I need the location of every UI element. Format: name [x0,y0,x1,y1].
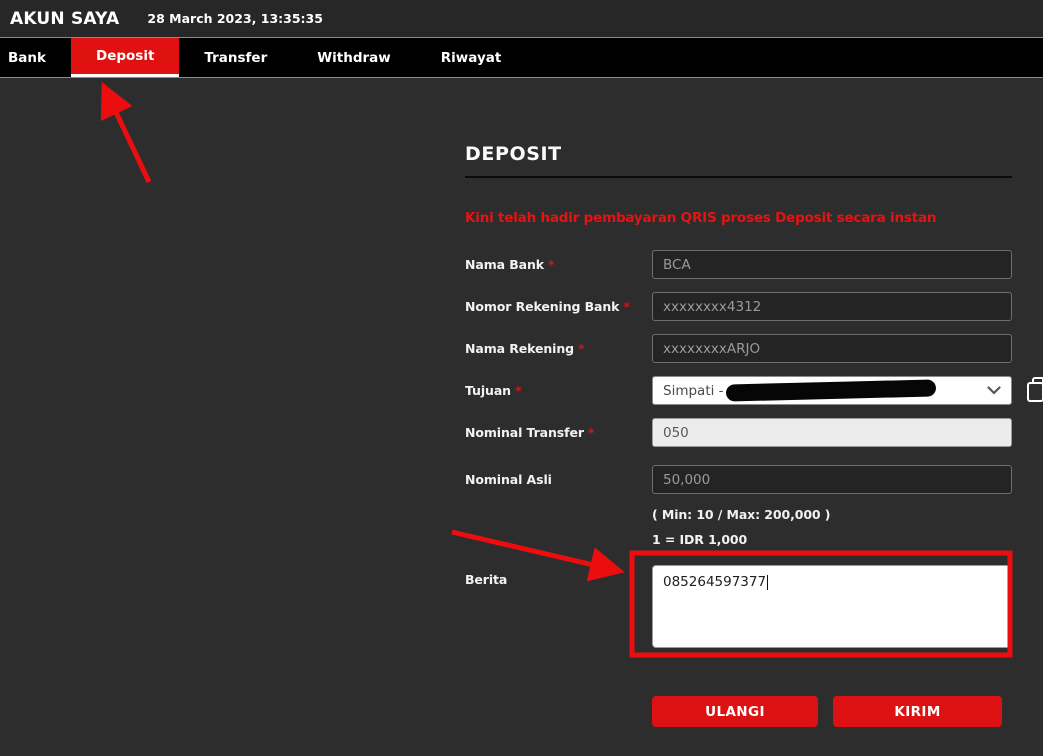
nominal-transfer-input[interactable] [652,418,1012,447]
nominal-transfer-label: Nominal Transfer* [465,418,652,440]
page-title: DEPOSIT [465,130,1012,165]
datetime-display: 28 March 2023, 13:35:35 [147,11,323,26]
nav-tab-withdraw[interactable]: Withdraw [292,38,416,77]
nama-bank-input[interactable] [652,250,1012,279]
app-title: AKUN SAYA [10,9,119,29]
title-divider [465,176,1012,178]
promo-message: Kini telah hadir pembayaran QRIS proses … [465,210,1012,226]
form-actions: ULANGI KIRIM [652,696,1012,727]
min-max-hint: ( Min: 10 / Max: 200,000 ) [652,507,1012,522]
text-cursor [767,575,768,590]
tujuan-select[interactable]: Simpati - [652,376,1012,405]
nav-tab-bank[interactable]: Bank [0,38,71,77]
chevron-down-icon [987,386,1001,395]
annotation-arrow-deposit-tab [106,91,149,182]
field-row-nama-rekening: Nama Rekening* [465,334,1012,363]
tujuan-selected-value: Simpati - [663,383,724,399]
nama-bank-label: Nama Bank* [465,250,652,272]
field-row-nomor-rekening: Nomor Rekening Bank* [465,292,1012,321]
nav-tab-transfer[interactable]: Transfer [179,38,292,77]
kirim-button[interactable]: KIRIM [833,696,1002,727]
deposit-form: DEPOSIT Kini telah hadir pembayaran QRIS… [465,130,1012,727]
nav-tab-deposit[interactable]: Deposit [71,38,179,77]
field-row-nominal-asli: Nominal Asli [465,465,1012,494]
berita-label: Berita [465,565,652,587]
copy-icon[interactable] [1024,374,1043,406]
nominal-asli-label: Nominal Asli [465,465,652,487]
nama-rekening-input[interactable] [652,334,1012,363]
tujuan-label: Tujuan* [465,376,652,398]
field-row-berita: Berita 085264597377 [465,565,1012,648]
required-marker: * [515,383,521,398]
top-header-bar: AKUN SAYA 28 March 2023, 13:35:35 [0,0,1043,37]
field-row-nama-bank: Nama Bank* [465,250,1012,279]
required-marker: * [578,341,584,356]
nomor-rekening-label: Nomor Rekening Bank* [465,292,652,314]
berita-textarea[interactable]: 085264597377 [652,565,1012,648]
required-marker: * [548,257,554,272]
nav-tab-riwayat[interactable]: Riwayat [416,38,527,77]
rate-hint: 1 = IDR 1,000 [652,532,1012,547]
nama-rekening-label: Nama Rekening* [465,334,652,356]
ulangi-button[interactable]: ULANGI [652,696,818,727]
main-nav: Bank Deposit Transfer Withdraw Riwayat [0,37,1043,78]
nomor-rekening-input[interactable] [652,292,1012,321]
redaction-scribble [725,379,935,401]
required-marker: * [623,299,629,314]
berita-value: 085264597377 [663,574,766,590]
field-row-nominal-transfer: Nominal Transfer* [465,418,1012,447]
nominal-asli-input[interactable] [652,465,1012,494]
field-row-tujuan: Tujuan* Simpati - [465,376,1012,405]
required-marker: * [588,425,594,440]
